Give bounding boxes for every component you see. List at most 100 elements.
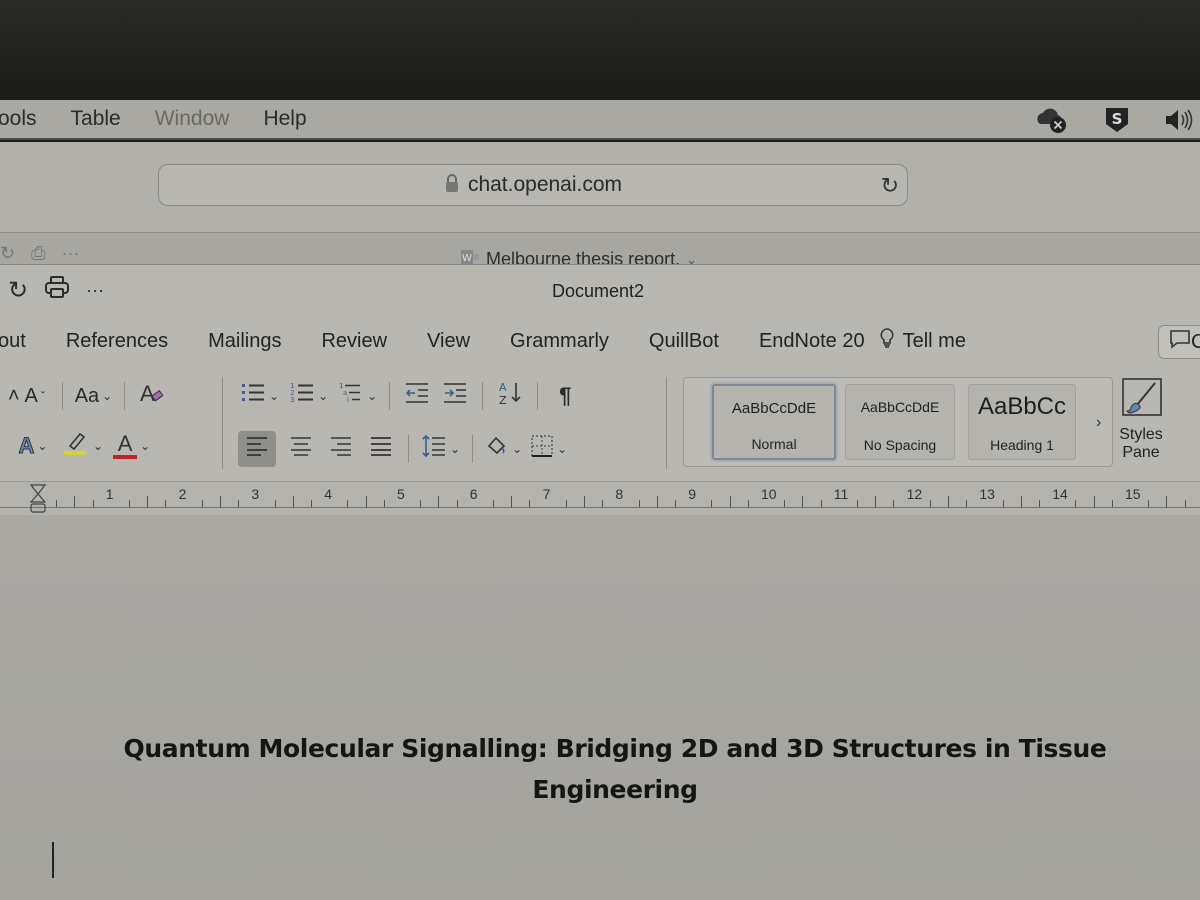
gallery-next-arrow[interactable]: › (1096, 414, 1101, 432)
align-center-button[interactable] (286, 434, 316, 464)
ruler-tick (147, 496, 149, 508)
borders-button[interactable]: ⌄ (530, 434, 567, 464)
redo-icon[interactable]: ↻ (8, 276, 28, 305)
sort-button[interactable]: AZ (495, 381, 525, 411)
svg-text:Z: Z (499, 394, 507, 407)
svg-text:S: S (1112, 110, 1123, 128)
decrease-font-size-button[interactable]: ˄ (8, 381, 20, 411)
sophos-shield-icon[interactable]: S (1104, 106, 1130, 134)
numbered-list-icon: 123 (289, 381, 315, 411)
tab-grammarly[interactable]: Grammarly (510, 330, 609, 353)
ruler-tick (292, 496, 294, 508)
more-icon[interactable]: ··· (86, 280, 104, 301)
text-cursor (52, 842, 54, 878)
home-ribbon: ˄ Aˇ Aa ⌄ A A ⌄ ⌄ A ⌄ ⌄ 1 2 3 ⌄ 1 a i ⌄ … (0, 369, 1200, 481)
increase-indent-button[interactable] (440, 381, 470, 411)
multilevel-list-button[interactable]: 1 a i ⌄ (338, 381, 377, 411)
ruler-tick (347, 500, 349, 507)
bullet-list-icon (240, 381, 266, 411)
ruler-tick (602, 500, 604, 507)
cloud-error-icon[interactable] (1034, 106, 1070, 134)
justify-button[interactable] (366, 434, 396, 464)
ruler-tick (1166, 496, 1168, 508)
ruler-number: 9 (688, 486, 696, 502)
tab-review[interactable]: Review (321, 330, 387, 353)
style-name: Normal (751, 436, 797, 452)
ruler-tick (56, 500, 58, 507)
svg-text:i: i (347, 396, 349, 404)
align-center-icon (290, 436, 312, 462)
style-normal[interactable]: AaBbCcDdE Normal (712, 384, 836, 460)
clear-formatting-button[interactable]: A (137, 381, 167, 411)
menu-window[interactable]: Window (155, 107, 230, 131)
ruler-tick (565, 500, 567, 507)
background-word-window[interactable]: ↻ ⎙ ··· W Melbourne thesis report. ⌄ (0, 232, 1200, 269)
multilevel-list-icon: 1ai (338, 381, 364, 411)
shading-button[interactable]: ⌄ (485, 434, 522, 464)
text-effects-button[interactable]: A ⌄ (18, 431, 48, 461)
indent-marker[interactable] (29, 484, 47, 519)
tab-endnote[interactable]: EndNote 20 (759, 330, 865, 353)
ruler-number: 11 (833, 486, 849, 502)
print-icon[interactable] (44, 275, 70, 306)
style-heading-1[interactable]: AaBbCc Heading 1 (968, 384, 1076, 460)
tab-quillbot[interactable]: QuillBot (649, 330, 719, 353)
styles-gallery: AaBbCcDdE Normal AaBbCcDdE No Spacing Aa… (683, 377, 1113, 467)
increase-font-size-button[interactable]: Aˇ (20, 381, 50, 411)
ruler-tick (711, 500, 713, 507)
sort-az-icon: AZ (497, 379, 523, 413)
horizontal-ruler[interactable]: 1 2 3 4 5 6 7 8 9 10 11 12 13 14 15 (0, 481, 1200, 515)
ruler-number: 2 (178, 486, 187, 502)
ruler-number: 6 (469, 486, 478, 502)
svg-text:A: A (499, 381, 507, 394)
ruler-tick (802, 496, 804, 508)
volume-icon[interactable] (1164, 108, 1194, 132)
menu-table[interactable]: Table (71, 107, 121, 131)
ruler-tick (1075, 500, 1077, 507)
ruler-tick (675, 500, 676, 507)
align-left-button[interactable] (238, 431, 276, 467)
ruler-tick (948, 496, 949, 508)
more-icon: ··· (61, 243, 80, 263)
menu-tools[interactable]: ools (0, 107, 37, 131)
comments-button[interactable]: C (1158, 325, 1200, 359)
highlight-color-button[interactable]: ⌄ (62, 431, 103, 461)
comments-label: C (1191, 330, 1200, 353)
tab-references[interactable]: References (66, 330, 168, 353)
document-page[interactable]: Quantum Molecular Signalling: Bridging 2… (0, 552, 1200, 900)
tab-layout[interactable]: out (0, 330, 26, 353)
line-spacing-button[interactable]: ⌄ (421, 434, 460, 464)
clear-formatting-icon: A (138, 381, 166, 411)
menu-help[interactable]: Help (263, 107, 306, 131)
tell-me-search[interactable]: Tell me (879, 327, 966, 355)
ruler-tick (311, 500, 312, 507)
tell-me-label: Tell me (902, 329, 966, 352)
ruler-number: 7 (542, 486, 551, 502)
reload-icon[interactable]: ↻ (881, 173, 899, 199)
ruler-tick (729, 496, 731, 508)
justify-icon (370, 436, 392, 462)
show-formatting-marks-button[interactable]: ¶ (550, 381, 580, 411)
style-name: Heading 1 (990, 437, 1054, 453)
ruler-tick (1002, 500, 1004, 507)
tab-view[interactable]: View (427, 330, 470, 353)
numbering-button[interactable]: 1 2 3 ⌄ (289, 381, 328, 411)
tab-mailings[interactable]: Mailings (208, 330, 281, 353)
ruler-number: 4 (324, 486, 332, 502)
decrease-indent-button[interactable] (402, 381, 432, 411)
ruler-tick (365, 496, 367, 508)
ruler-tick (74, 496, 76, 508)
style-no-spacing[interactable]: AaBbCcDdE No Spacing (845, 384, 955, 460)
ruler-number: 15 (1125, 486, 1141, 502)
address-bar[interactable]: chat.openai.com ↻ (158, 164, 908, 206)
bullets-button[interactable]: ⌄ (240, 381, 279, 411)
ruler-tick (1093, 496, 1095, 508)
styles-pane-button[interactable]: Styles Pane (1115, 377, 1167, 462)
line-spacing-icon (421, 434, 447, 464)
style-name: No Spacing (863, 437, 937, 453)
browser-toolbar: chat.openai.com ↻ (0, 142, 1200, 232)
document-heading[interactable]: Quantum Molecular Signalling: Bridging 2… (100, 728, 1130, 810)
align-right-button[interactable] (326, 434, 356, 464)
font-color-button[interactable]: A ⌄ (113, 431, 150, 461)
change-case-button[interactable]: Aa ⌄ (75, 381, 113, 411)
